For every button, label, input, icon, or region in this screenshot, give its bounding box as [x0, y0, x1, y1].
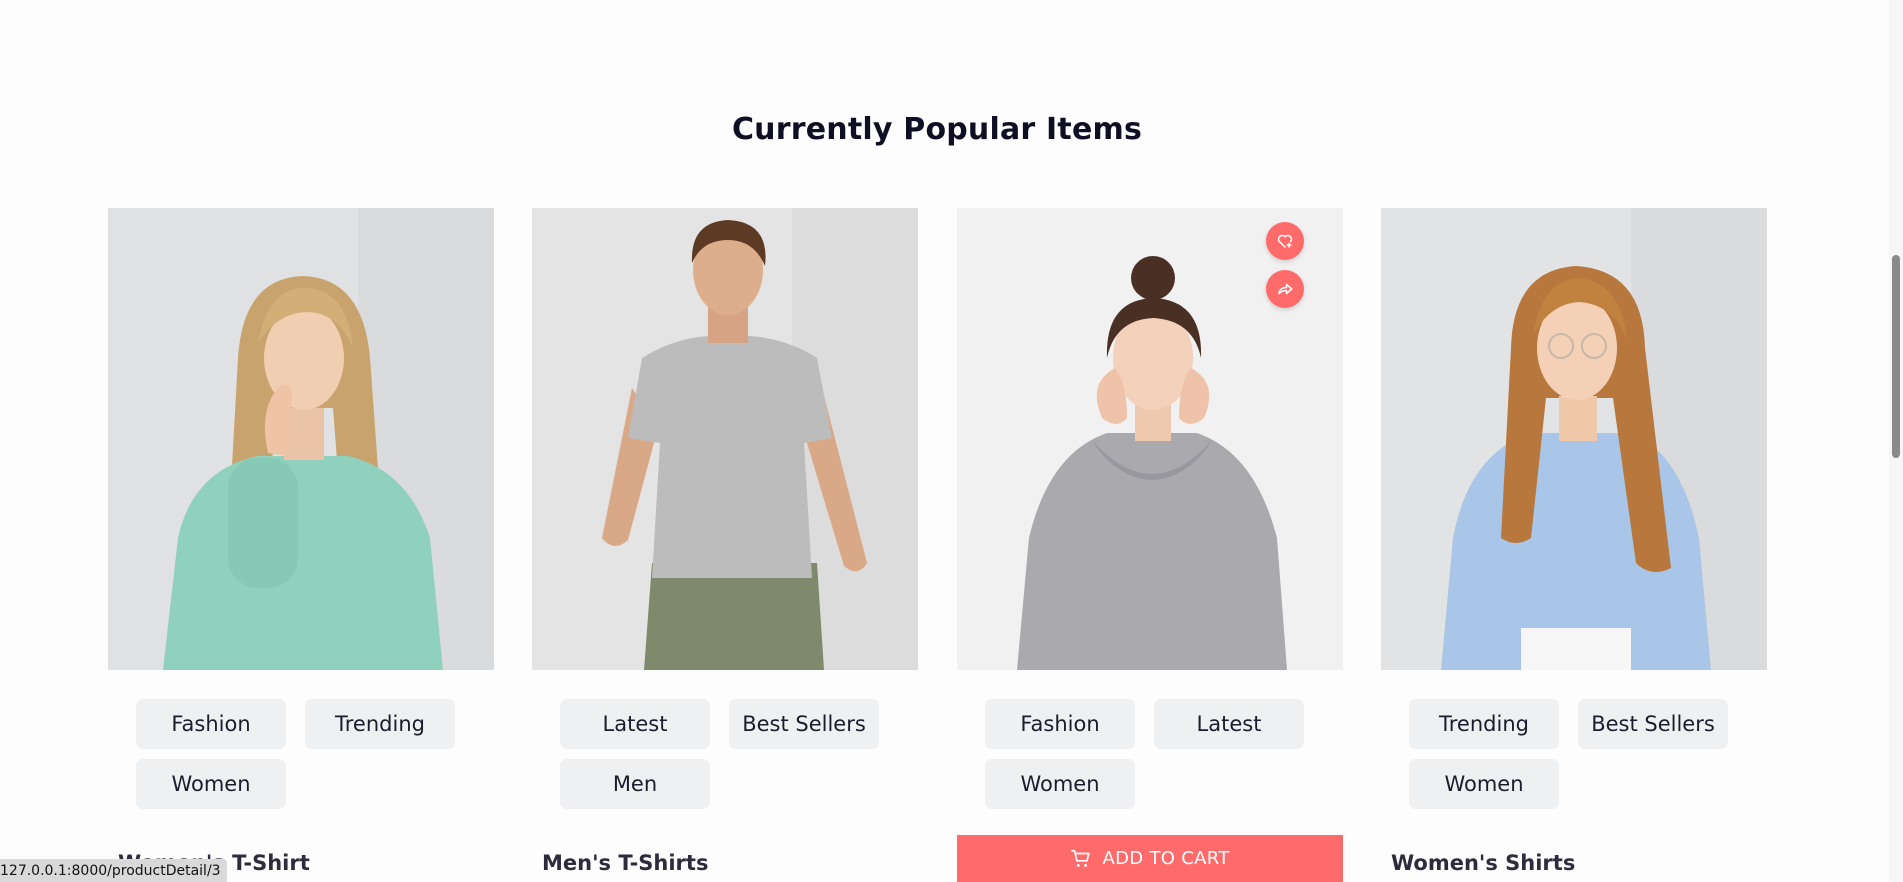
tag-chip[interactable]: Latest	[560, 699, 710, 749]
tag-chip[interactable]: Women	[985, 759, 1135, 809]
scrollbar-thumb[interactable]	[1892, 255, 1900, 458]
product-card[interactable]: Latest Best Sellers Men Men's T-Shirts	[532, 208, 918, 882]
tag-chip[interactable]: Fashion	[985, 699, 1135, 749]
product-name[interactable]: Men's T-Shirts	[542, 851, 708, 875]
tag-chip[interactable]: Best Sellers	[729, 699, 879, 749]
add-to-cart-button[interactable]: ADD TO CART	[957, 835, 1343, 882]
wishlist-button[interactable]	[1266, 222, 1304, 260]
products-grid: Fashion Trending Women Women's T-Shirt	[108, 208, 1768, 882]
heart-plus-icon	[1277, 234, 1293, 248]
cart-icon	[1071, 849, 1091, 867]
section-title: Currently Popular Items	[731, 112, 1143, 147]
product-image[interactable]	[532, 208, 918, 670]
tag-chip[interactable]: Best Sellers	[1578, 699, 1728, 749]
tag-chip[interactable]: Fashion	[136, 699, 286, 749]
share-button[interactable]	[1266, 270, 1304, 308]
product-image[interactable]	[1381, 208, 1767, 670]
tag-chip[interactable]: Men	[560, 759, 710, 809]
product-image[interactable]	[108, 208, 494, 670]
product-card[interactable]: Fashion Latest Women ADD TO CART	[957, 208, 1343, 882]
tag-chip[interactable]: Women	[1409, 759, 1559, 809]
tag-chip[interactable]: Trending	[1409, 699, 1559, 749]
page-scrollbar[interactable]	[1889, 0, 1903, 882]
popular-items-page: Currently Popular Items Fashion Trending…	[0, 0, 1903, 882]
product-name[interactable]: Women's Shirts	[1391, 851, 1575, 875]
product-card[interactable]: Trending Best Sellers Women Women's Shir…	[1381, 208, 1767, 882]
share-arrow-icon	[1278, 283, 1293, 295]
product-card[interactable]: Fashion Trending Women Women's T-Shirt	[108, 208, 494, 882]
add-to-cart-label: ADD TO CART	[1102, 848, 1230, 869]
tag-chip[interactable]: Latest	[1154, 699, 1304, 749]
link-status-bar: 127.0.0.1:8000/productDetail/3	[0, 859, 227, 882]
tag-chip[interactable]: Women	[136, 759, 286, 809]
tag-chip[interactable]: Trending	[305, 699, 455, 749]
